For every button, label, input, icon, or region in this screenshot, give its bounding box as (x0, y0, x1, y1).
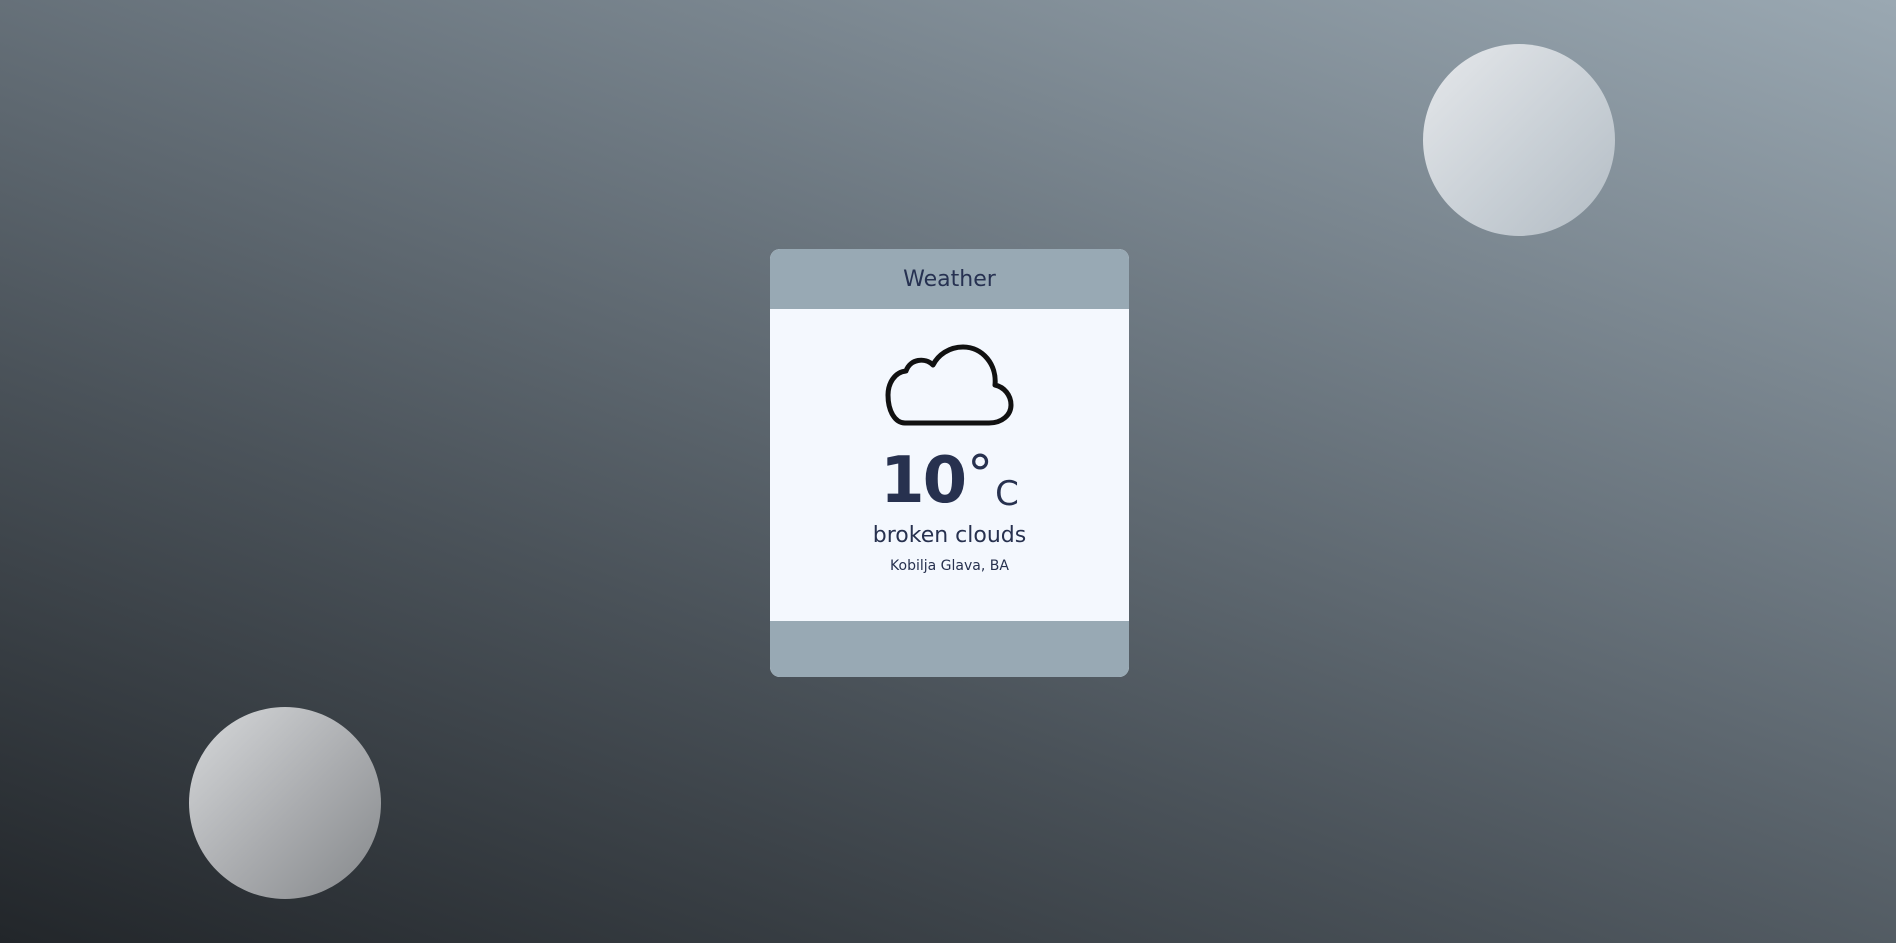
degree-symbol: ° (967, 445, 994, 505)
decorative-circle-bottom (189, 707, 381, 899)
weather-card-header: Weather (770, 249, 1129, 309)
temperature-row: 10 ° C (880, 449, 1019, 513)
weather-card-body: 10 ° C broken clouds Kobilja Glava, BA (770, 309, 1129, 621)
cloud-icon (885, 344, 1013, 426)
temperature-unit: C (995, 474, 1019, 514)
weather-card: Weather 10 ° C broken clouds Kobilja Gla… (770, 249, 1129, 677)
decorative-circle-top (1423, 44, 1615, 236)
temperature-value: 10 (880, 444, 967, 518)
weather-title: Weather (903, 266, 996, 292)
weather-card-footer (770, 621, 1129, 677)
weather-location: Kobilja Glava, BA (890, 558, 1009, 574)
weather-condition: broken clouds (872, 523, 1027, 548)
